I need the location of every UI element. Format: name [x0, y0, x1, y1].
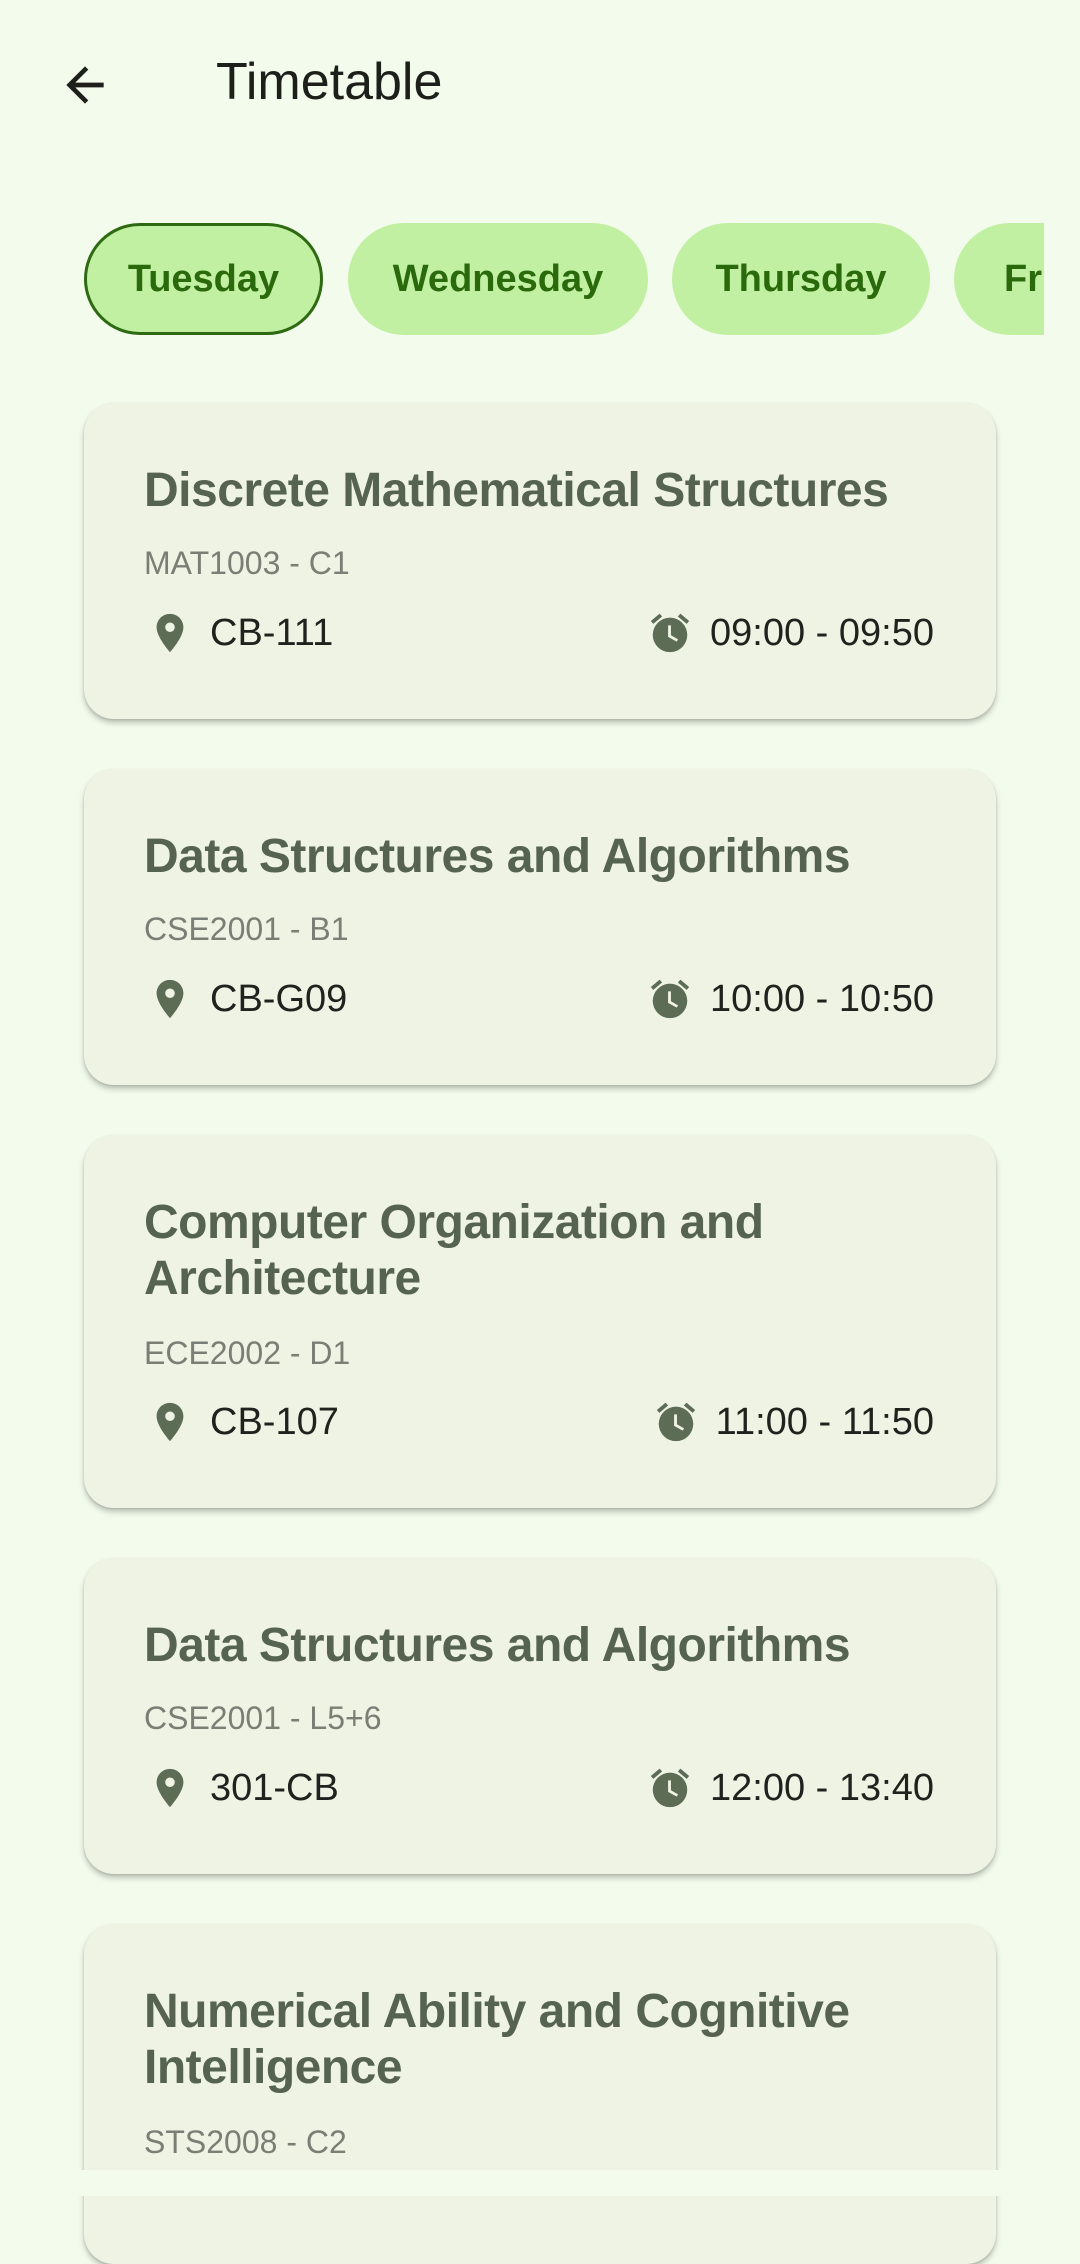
location-pin-icon	[144, 1396, 196, 1448]
course-code: MAT1003 - C1	[144, 545, 350, 581]
top-app-bar: Timetable	[0, 0, 1080, 170]
time-label: 12:00 - 13:40	[710, 1766, 934, 1809]
location-pin-icon	[144, 973, 196, 1025]
arrow-back-icon	[66, 66, 104, 104]
time-info: 11:00 - 11:50	[650, 1396, 934, 1448]
tab-wednesday[interactable]: Wednesday	[348, 223, 648, 335]
alarm-clock-icon	[644, 1762, 696, 1814]
course-code: ECE2002 - D1	[144, 1335, 351, 1371]
course-title: Data Structures and Algorithms	[144, 1619, 851, 1672]
alarm-clock-icon	[650, 1396, 702, 1448]
time-info: 10:00 - 10:50	[644, 973, 934, 1025]
course-title: Computer Organization and Architecture	[144, 1196, 764, 1305]
class-card[interactable]: Data Structures and Algorithms CSE2001 -…	[84, 769, 996, 1085]
alarm-clock-icon	[644, 607, 696, 659]
class-card[interactable]: Computer Organization and Architecture E…	[84, 1135, 996, 1508]
time-info: 12:00 - 13:40	[644, 1762, 934, 1814]
bottom-edge	[0, 2170, 1080, 2196]
course-code: CSE2001 - L5+6	[144, 1700, 382, 1736]
room-label: CB-111	[210, 611, 334, 654]
class-card[interactable]: Numerical Ability and Cognitive Intellig…	[84, 1924, 996, 2264]
tab-tuesday[interactable]: Tuesday	[84, 223, 323, 335]
room-label: 301-CB	[210, 1766, 339, 1809]
room-info: 301-CB	[144, 1762, 339, 1814]
time-label: 09:00 - 09:50	[710, 611, 934, 654]
course-title: Discrete Mathematical Structures	[144, 464, 889, 517]
room-label: CB-107	[210, 1400, 339, 1443]
room-info: CB-107	[144, 1396, 339, 1448]
location-pin-icon	[144, 607, 196, 659]
tab-thursday[interactable]: Thursday	[672, 223, 930, 335]
page-title: Timetable	[216, 53, 443, 111]
time-info: 09:00 - 09:50	[644, 607, 934, 659]
room-info: CB-G09	[144, 973, 347, 1025]
course-title: Data Structures and Algorithms	[144, 830, 851, 883]
alarm-clock-icon	[644, 973, 696, 1025]
room-info: CB-111	[144, 607, 333, 659]
course-code: CSE2001 - B1	[144, 911, 349, 947]
class-card[interactable]: Discrete Mathematical Structures MAT1003…	[84, 403, 996, 719]
room-label: CB-G09	[210, 977, 348, 1020]
course-title: Numerical Ability and Cognitive Intellig…	[144, 1985, 850, 2094]
time-label: 10:00 - 10:50	[710, 977, 934, 1020]
class-card[interactable]: Data Structures and Algorithms CSE2001 -…	[84, 1558, 996, 1874]
day-tabs[interactable]: Tuesday Wednesday Thursday Friday	[84, 223, 1044, 335]
tab-friday[interactable]: Friday	[954, 223, 1044, 335]
back-button[interactable]	[40, 40, 130, 130]
course-code: STS2008 - C2	[144, 2124, 347, 2160]
time-label: 11:00 - 11:50	[715, 1400, 934, 1443]
location-pin-icon	[144, 1762, 196, 1814]
